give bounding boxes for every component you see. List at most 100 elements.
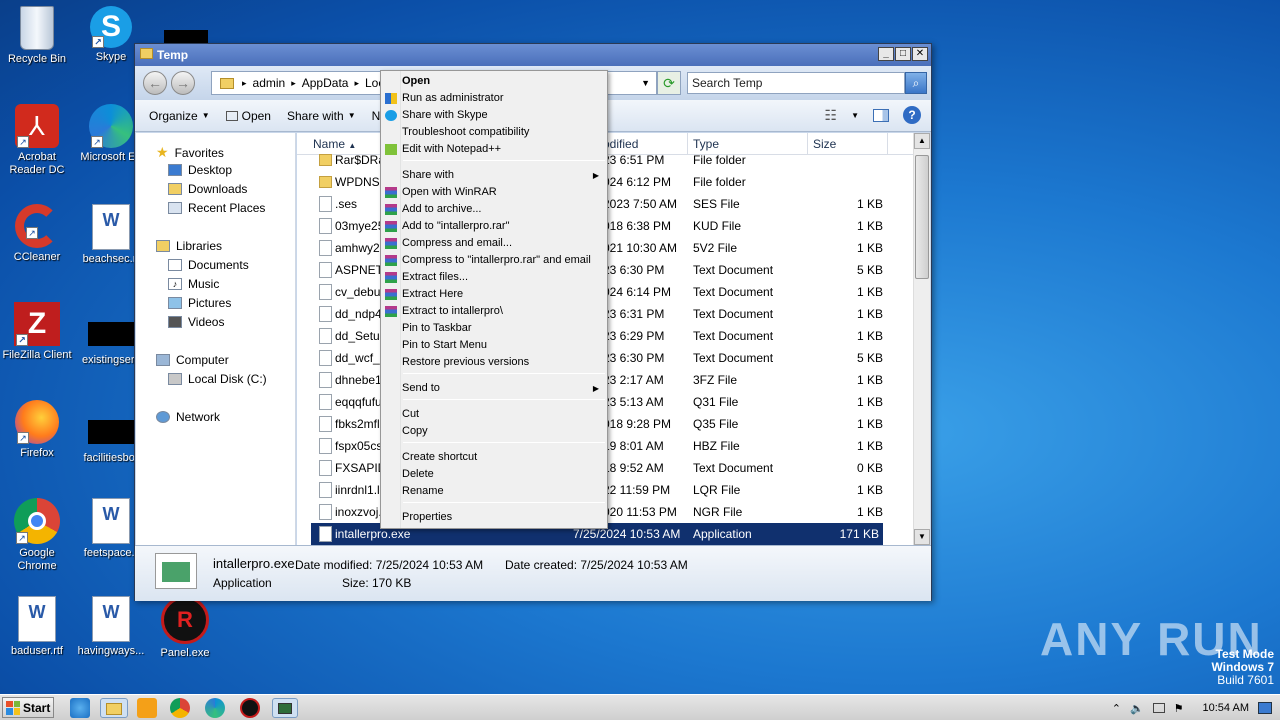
- window-titlebar[interactable]: Temp _ □ ✕: [135, 44, 931, 66]
- menu-item-rename[interactable]: Rename: [402, 483, 607, 500]
- organize-button[interactable]: Organize ▼: [135, 109, 218, 123]
- documents-icon: [168, 259, 182, 271]
- scroll-down-arrow[interactable]: ▼: [914, 529, 930, 545]
- menu-item-compress-and-email[interactable]: Compress and email...: [385, 235, 607, 252]
- menu-item-extract-files[interactable]: Extract files...: [385, 269, 607, 286]
- share-with-button[interactable]: Share with ▼: [279, 109, 364, 123]
- menu-item-extract-here[interactable]: Extract Here: [385, 286, 607, 303]
- nav-downloads[interactable]: Downloads: [168, 182, 247, 196]
- menu-item-compress-to-intallerpro-rar-and-email[interactable]: Compress to "intallerpro.rar" and email: [385, 252, 607, 269]
- share-with-label: Share with: [286, 108, 344, 123]
- file-type: Text Document: [693, 461, 774, 475]
- menu-item-label: Send to: [402, 382, 440, 394]
- breadcrumb-item[interactable]: admin: [253, 76, 286, 90]
- menu-item-copy[interactable]: Copy: [402, 423, 607, 440]
- nav-pictures[interactable]: Pictures: [168, 296, 231, 310]
- skype-icon: [385, 110, 397, 121]
- close-button[interactable]: ✕: [912, 47, 928, 61]
- scroll-thumb[interactable]: [915, 155, 929, 279]
- app-taskbar-icon[interactable]: [272, 698, 298, 718]
- back-button[interactable]: ←: [143, 71, 167, 95]
- help-icon[interactable]: ?: [903, 106, 921, 124]
- nav-computer[interactable]: Computer: [156, 353, 229, 367]
- desktop-icon-recycle-bin[interactable]: Recycle Bin: [0, 6, 74, 66]
- open-button[interactable]: Open: [218, 109, 279, 123]
- ie-icon[interactable]: [70, 698, 90, 718]
- menu-item-send-to[interactable]: Send to ▶: [402, 380, 607, 397]
- chrome-taskbar-icon[interactable]: [170, 698, 190, 718]
- media-player-icon[interactable]: [137, 698, 157, 718]
- desktop-icon-chrome[interactable]: ↗ Google Chrome: [0, 498, 74, 573]
- breadcrumb-item[interactable]: AppData: [302, 76, 349, 90]
- vertical-scrollbar[interactable]: ▲ ▼: [913, 133, 930, 545]
- menu-item-pin-to-start-menu[interactable]: Pin to Start Menu: [402, 337, 607, 354]
- desktop-icon-firefox[interactable]: ↗ Firefox: [0, 400, 74, 460]
- menu-item-open-with-winrar[interactable]: Open with WinRAR: [385, 184, 607, 201]
- nav-documents[interactable]: Documents: [168, 258, 249, 272]
- nav-favorites[interactable]: ★ Favorites: [156, 144, 224, 161]
- search-input[interactable]: Search Temp: [687, 72, 905, 94]
- menu-item-pin-to-taskbar[interactable]: Pin to Taskbar: [402, 320, 607, 337]
- nav-local-disk[interactable]: Local Disk (C:): [168, 372, 267, 386]
- search-icon[interactable]: ⌕: [905, 72, 927, 94]
- nav-recent-places[interactable]: Recent Places: [168, 201, 265, 215]
- start-button[interactable]: Start: [2, 697, 54, 718]
- nav-music[interactable]: ♪ Music: [168, 277, 219, 291]
- action-center-flag-icon[interactable]: ⚑: [1174, 702, 1184, 715]
- taskbar: Start ⌃ 🔈 ⚑ 10:54 AM: [0, 694, 1280, 720]
- menu-item-add-to-intallerpro-rar[interactable]: Add to "intallerpro.rar": [385, 218, 607, 235]
- clock[interactable]: 10:54 AM: [1203, 702, 1249, 714]
- refresh-button[interactable]: ⟳: [657, 71, 681, 95]
- chevron-down-icon[interactable]: ▼: [641, 78, 650, 88]
- explorer-taskbar-icon[interactable]: [100, 698, 128, 718]
- nav-libraries[interactable]: Libraries: [156, 239, 222, 253]
- forward-button[interactable]: →: [171, 71, 195, 95]
- context-menu: Open Run as administrator Share with Skype…: [380, 70, 608, 529]
- network-tray-icon[interactable]: [1152, 703, 1165, 713]
- menu-item-troubleshoot-compatibility[interactable]: Troubleshoot compatibility: [402, 124, 607, 141]
- preview-pane-icon[interactable]: [873, 108, 889, 122]
- chevron-right-icon: ▸: [291, 77, 296, 88]
- menu-item-add-to-archive[interactable]: Add to archive...: [385, 201, 607, 218]
- menu-item-create-shortcut[interactable]: Create shortcut: [402, 449, 607, 466]
- menu-item-extract-to-intallerpro[interactable]: Extract to intallerpro\: [385, 303, 607, 320]
- menu-item-cut[interactable]: Cut: [402, 406, 607, 423]
- maximize-button[interactable]: □: [895, 47, 911, 61]
- desktop-icon-baduser[interactable]: W baduser.rtf: [0, 596, 74, 658]
- menu-item-share-with-skype[interactable]: Share with Skype: [385, 107, 607, 124]
- desktop-icon-acrobat[interactable]: ⅄ ↗ Acrobat Reader DC: [0, 104, 74, 177]
- menu-item-open[interactable]: Open: [402, 73, 607, 90]
- menu-item-share-with[interactable]: Share with ▶: [402, 167, 607, 184]
- desktop-icon-panel[interactable]: R Panel.exe: [148, 596, 222, 660]
- nav-network[interactable]: Network: [156, 410, 220, 424]
- menu-item-run-as-administrator[interactable]: Run as administrator: [385, 90, 607, 107]
- menu-item-delete[interactable]: Delete: [402, 466, 607, 483]
- file-name: amhwy2e: [335, 241, 387, 255]
- winrar-icon: [385, 204, 397, 215]
- nav-label: Computer: [176, 353, 229, 367]
- menu-item-edit-with-notepad[interactable]: Edit with Notepad++: [385, 141, 607, 158]
- edge-taskbar-icon[interactable]: [205, 698, 225, 718]
- desktop-icon-filezilla[interactable]: Z ↗ FileZilla Client: [0, 302, 74, 362]
- redline-taskbar-icon[interactable]: [240, 698, 260, 718]
- menu-item-properties[interactable]: Properties: [402, 509, 607, 526]
- file-date: 23 6:51 PM: [603, 153, 665, 167]
- desktop-icon-havingways[interactable]: W havingways...: [74, 596, 148, 658]
- nav-videos[interactable]: Videos: [168, 315, 224, 329]
- scroll-up-arrow[interactable]: ▲: [914, 133, 930, 149]
- file-size: 1 KB: [856, 395, 883, 409]
- nav-desktop[interactable]: Desktop: [168, 163, 232, 177]
- chevron-down-icon[interactable]: ▼: [851, 111, 859, 120]
- folder-icon: [319, 176, 332, 188]
- downloads-icon: [168, 183, 182, 195]
- show-desktop-icon[interactable]: [1258, 702, 1272, 714]
- volume-icon[interactable]: 🔈: [1130, 702, 1144, 715]
- view-options-icon[interactable]: ☷: [825, 107, 838, 124]
- word-doc-icon: W: [92, 498, 130, 544]
- show-hidden-icons-icon[interactable]: ⌃: [1112, 702, 1121, 715]
- desktop-icon-ccleaner[interactable]: ↗ CCleaner: [0, 204, 74, 264]
- minimize-button[interactable]: _: [878, 47, 894, 61]
- file-date: 23 6:30 PM: [603, 263, 665, 277]
- redacted-block: [164, 30, 208, 44]
- menu-item-restore-previous-versions[interactable]: Restore previous versions: [402, 354, 607, 371]
